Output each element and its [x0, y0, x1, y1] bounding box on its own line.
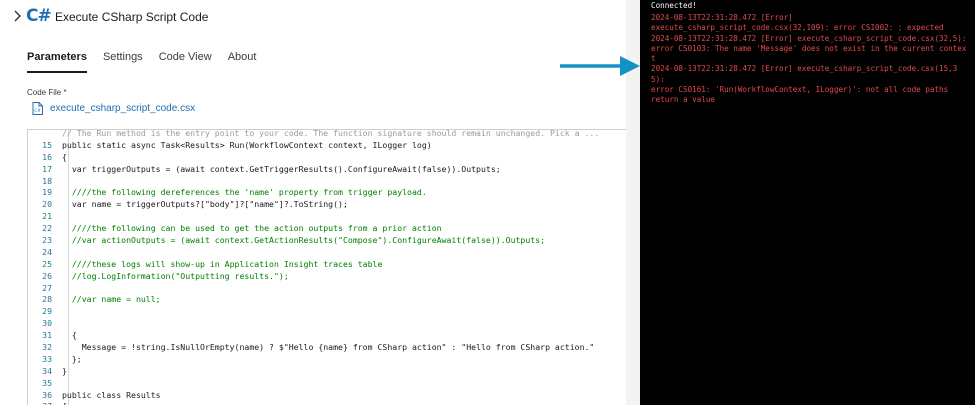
tab-code-view[interactable]: Code View — [159, 51, 212, 73]
csx-file-icon: C# — [32, 102, 43, 115]
code-line[interactable]: 31 { — [28, 330, 627, 342]
code-text: //var actionOutputs = (await context.Get… — [62, 235, 546, 246]
code-line[interactable]: 34} — [28, 366, 627, 378]
code-text: { — [62, 330, 77, 341]
code-line[interactable]: 17 var triggerOutputs = (await context.G… — [28, 164, 627, 176]
line-number: 35 — [42, 377, 52, 388]
line-number: 17 — [42, 163, 52, 174]
line-number: 29 — [42, 306, 52, 317]
code-text: public static async Task<Results> Run(Wo… — [62, 139, 432, 150]
page-title: Execute CSharp Script Code — [55, 10, 209, 24]
code-line[interactable]: 15 public static async Task<Results> Run(… — [28, 140, 627, 152]
code-line[interactable]: 28 //var name = null; — [28, 294, 627, 306]
code-text: { — [62, 151, 67, 162]
line-number: 18 — [42, 175, 52, 186]
line-number: 30 — [42, 318, 52, 329]
code-text: ////the following dereferences the 'name… — [62, 187, 427, 198]
line-number: 21 — [42, 211, 52, 222]
code-line[interactable]: 22 ////the following can be used to get … — [28, 223, 627, 235]
code-line[interactable]: 33 }; — [28, 354, 627, 366]
code-text: Message = !string.IsNullOrEmpty(name) ? … — [62, 342, 595, 353]
code-text: // The Run method is the entry point to … — [62, 129, 600, 138]
code-line[interactable]: 24 — [28, 247, 627, 259]
chevron-right-icon[interactable] — [12, 9, 22, 23]
tab-settings[interactable]: Settings — [103, 51, 143, 73]
line-number: 37 — [28, 401, 52, 405]
code-text: var name = triggerOutputs?["body"]?["nam… — [62, 199, 348, 210]
log-console: Connected! 2024-08-13T22:31:28.472 [Erro… — [640, 0, 975, 405]
code-line[interactable]: 16 { — [28, 152, 627, 164]
code-file-label: Code File * — [27, 88, 67, 97]
tab-parameters[interactable]: Parameters — [27, 51, 87, 73]
code-line[interactable]: 35 — [28, 378, 627, 390]
code-line[interactable]: 21 — [28, 211, 627, 223]
workflow-action-panel: C# Execute CSharp Script Code Parameters… — [0, 0, 640, 405]
code-line[interactable]: 18 — [28, 176, 627, 188]
csharp-logo-icon: C# — [26, 6, 52, 26]
line-number: 19 — [42, 187, 52, 198]
connection-status: Connected! — [651, 1, 697, 10]
line-number: 36 — [42, 389, 52, 400]
code-text: public class Results — [62, 389, 161, 400]
line-number: 27 — [42, 282, 52, 293]
error-log-output: 2024-08-13T22:31:28.472 [Error] execute_… — [651, 13, 967, 105]
code-line[interactable]: 36 public class Results — [28, 390, 627, 402]
line-number: 16 — [42, 151, 52, 162]
line-number: 26 — [42, 270, 52, 281]
code-text: ////the following can be used to get the… — [62, 223, 442, 234]
line-number: 15 — [42, 139, 52, 150]
code-text: //var name = null; — [62, 294, 161, 305]
code-line[interactable]: 23 //var actionOutputs = (await context.… — [28, 235, 627, 247]
code-line[interactable]: 25 ////these logs will show-up in Applic… — [28, 259, 627, 271]
svg-text:C#: C# — [34, 108, 41, 113]
code-line[interactable]: 19 ////the following dereferences the 'n… — [28, 187, 627, 199]
arrow-right-icon — [560, 56, 640, 76]
panel-header: C# Execute CSharp Script Code — [0, 0, 626, 34]
tab-bar: Parameters Settings Code View About — [27, 51, 272, 73]
line-number: 20 — [42, 199, 52, 210]
line-number: 31 — [42, 330, 52, 341]
tab-about[interactable]: About — [228, 51, 257, 73]
code-line[interactable]: 20 var name = triggerOutputs?["body"]?["… — [28, 199, 627, 211]
code-file-row: C# execute_csharp_script_code.csx — [32, 102, 195, 115]
line-number: 28 — [42, 294, 52, 305]
line-number: 25 — [42, 258, 52, 269]
line-number: 33 — [42, 353, 52, 364]
code-line[interactable]: 32 Message = !string.IsNullOrEmpty(name)… — [28, 342, 627, 354]
line-number: 24 — [42, 246, 52, 257]
line-number: 22 — [42, 223, 52, 234]
code-line[interactable]: // The Run method is the entry point to … — [28, 129, 627, 140]
line-number: 34 — [42, 365, 52, 376]
code-text: ////these logs will show-up in Applicati… — [62, 258, 383, 269]
line-number: 32 — [42, 342, 52, 353]
code-line[interactable]: 26 //log.LogInformation("Outputting resu… — [28, 271, 627, 283]
code-text: { — [62, 401, 67, 405]
code-text: } — [62, 365, 67, 376]
code-file-link[interactable]: execute_csharp_script_code.csx — [50, 103, 195, 114]
code-text: var triggerOutputs = (await context.GetT… — [62, 163, 501, 174]
code-line[interactable]: 37 { — [28, 401, 627, 405]
code-line[interactable]: 30 — [28, 318, 627, 330]
code-text: }; — [62, 353, 82, 364]
code-line[interactable]: 27 — [28, 283, 627, 295]
code-line[interactable]: 29 — [28, 306, 627, 318]
code-lines: // The Run method is the entry point to … — [28, 129, 627, 405]
code-editor[interactable]: // The Run method is the entry point to … — [27, 129, 627, 405]
line-number: 23 — [42, 235, 52, 246]
code-text: //log.LogInformation("Outputting results… — [62, 270, 289, 281]
